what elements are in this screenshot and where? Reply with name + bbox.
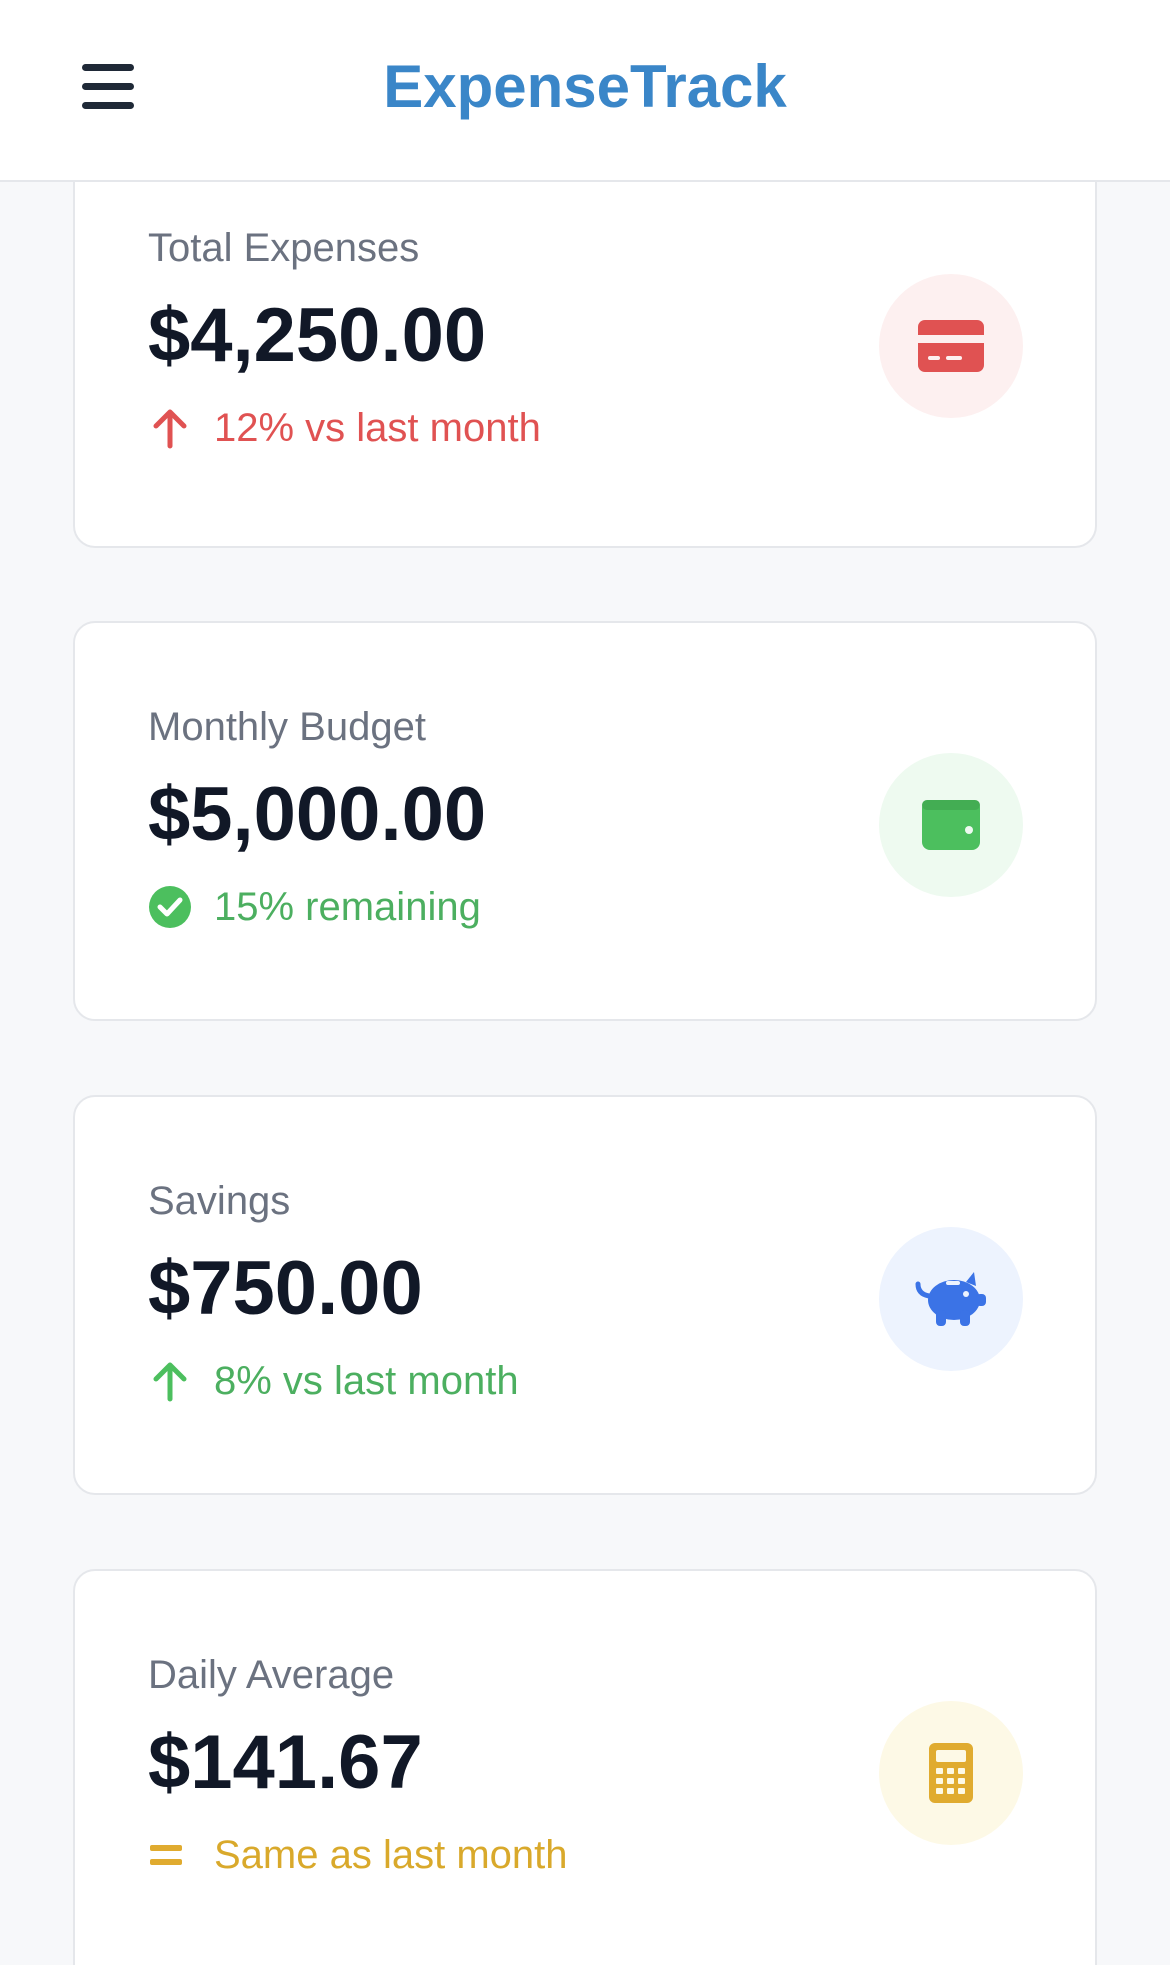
trend-text: 8% vs last month <box>214 1358 519 1403</box>
card-value: $141.67 <box>148 1720 423 1805</box>
card-label: Daily Average <box>148 1653 395 1697</box>
app-title: ExpenseTrack <box>383 53 787 120</box>
card-value: $5,000.00 <box>148 772 487 857</box>
card-label: Monthly Budget <box>148 705 426 749</box>
check-circle-icon <box>149 886 191 928</box>
card-trend: 8% vs last month <box>148 1356 519 1406</box>
dashboard-page: ExpenseTrack Total Expenses $4,250.00 12… <box>0 0 1170 1965</box>
arrow-up-icon <box>153 409 187 449</box>
monthly-budget-card[interactable]: Monthly Budget $5,000.00 15% remaining <box>73 621 1097 1021</box>
trend-text: 12% vs last month <box>214 405 541 450</box>
trend-text: Same as last month <box>214 1832 568 1877</box>
total-expenses-card[interactable]: Total Expenses $4,250.00 12% vs last mon… <box>73 146 1097 548</box>
card-trend: Same as last month <box>148 1830 568 1880</box>
daily-average-card[interactable]: Daily Average $141.67 Same as last month <box>73 1569 1097 1965</box>
card-trend: 12% vs last month <box>148 403 541 453</box>
card-trend: 15% remaining <box>148 882 481 932</box>
calculator-icon <box>929 1743 973 1803</box>
equals-icon <box>150 1845 182 1865</box>
arrow-up-icon <box>153 1362 187 1402</box>
piggy-bank-icon <box>915 1272 986 1326</box>
icon-badge <box>879 274 1023 418</box>
savings-card[interactable]: Savings $750.00 8% vs last month <box>73 1095 1097 1495</box>
app-header: ExpenseTrack <box>0 0 1170 182</box>
wallet-icon <box>922 800 980 850</box>
credit-card-icon <box>918 320 984 372</box>
card-value: $750.00 <box>148 1246 423 1331</box>
card-label: Total Expenses <box>148 226 420 270</box>
card-value: $4,250.00 <box>148 293 487 378</box>
icon-badge <box>879 1701 1023 1845</box>
trend-text: 15% remaining <box>214 884 481 929</box>
icon-badge <box>879 1227 1023 1371</box>
icon-badge <box>879 753 1023 897</box>
card-label: Savings <box>148 1179 291 1223</box>
